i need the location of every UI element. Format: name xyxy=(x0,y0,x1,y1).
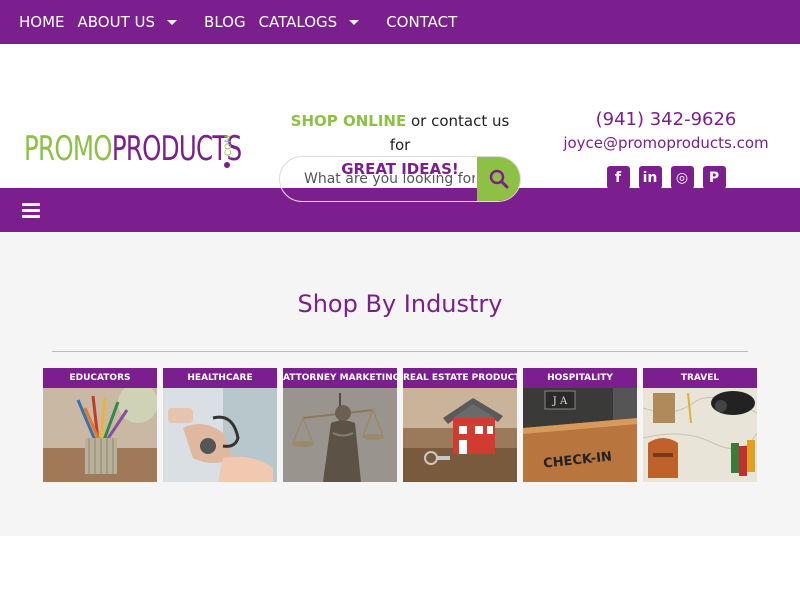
section-divider xyxy=(52,351,748,352)
contact-info: (941) 342-9626 joyce@promoproducts.com f… xyxy=(560,108,772,189)
industry-card-travel[interactable]: TRAVEL xyxy=(643,368,757,482)
lady-justice-image xyxy=(283,388,397,482)
nav-contact[interactable]: CONTACT xyxy=(386,13,457,31)
caret-down-icon[interactable] xyxy=(349,19,360,25)
logo-wordmark: PROMOPRODUCTS xyxy=(24,129,242,169)
nav-catalogs-label: CATALOGS xyxy=(258,13,338,31)
industry-label: ATTORNEY MARKETING xyxy=(283,368,397,388)
industry-label: TRAVEL xyxy=(643,368,757,388)
tagline-middle-text: or contact us for xyxy=(389,112,510,154)
search-button[interactable] xyxy=(477,157,520,201)
nav-about-us-label: ABOUT US xyxy=(77,13,156,31)
social-links: f in ◎ P xyxy=(560,166,772,189)
blood-pressure-image xyxy=(163,388,277,482)
linkedin-icon[interactable]: in xyxy=(638,166,662,189)
nav-blog-label: BLOG xyxy=(204,13,246,31)
email-link[interactable]: joyce@promoproducts.com xyxy=(560,132,772,154)
shop-online-link[interactable]: SHOP ONLINE xyxy=(291,112,407,130)
house-key-image xyxy=(403,388,517,482)
industry-label: HOSPITALITY xyxy=(523,368,637,388)
industry-card-hospitality[interactable]: HOSPITALITY J A CHECK-IN xyxy=(523,368,637,482)
search-input[interactable] xyxy=(280,157,477,201)
pencil-cup-image xyxy=(43,388,157,482)
nav-home[interactable]: HOME xyxy=(19,13,65,31)
nav-contact-label: CONTACT xyxy=(386,13,458,31)
logo-promo: PROMO xyxy=(24,129,113,169)
svg-text:J A: J A xyxy=(552,396,568,407)
check-in-desk-image: J A CHECK-IN xyxy=(523,388,637,482)
facebook-icon[interactable]: f xyxy=(606,166,630,189)
caret-down-icon[interactable] xyxy=(167,19,178,25)
search-box xyxy=(279,156,521,202)
industry-grid: EDUCATORS HEALTHCARE ATTORNEY MARKETING … xyxy=(43,368,757,482)
industry-label: REAL ESTATE PRODUCTS xyxy=(403,368,517,388)
logo-dotcom: .COM xyxy=(224,135,234,168)
phone-link[interactable]: (941) 342-9626 xyxy=(560,108,772,132)
industry-label: EDUCATORS xyxy=(43,368,157,388)
instagram-icon[interactable]: ◎ xyxy=(670,166,694,189)
search-icon xyxy=(489,169,508,189)
industry-card-healthcare[interactable]: HEALTHCARE xyxy=(163,368,277,482)
nav-blog[interactable]: BLOG xyxy=(204,13,246,31)
industry-card-educators[interactable]: EDUCATORS xyxy=(43,368,157,482)
industry-label: HEALTHCARE xyxy=(163,368,277,388)
site-header: PROMOPRODUCTS .COM SHOP ONLINE or contac… xyxy=(0,44,800,202)
hamburger-menu-icon[interactable] xyxy=(22,202,40,218)
shop-by-industry-section: Shop By Industry EDUCATORS HEALTHCARE AT… xyxy=(0,232,800,536)
industry-card-real-estate-products[interactable]: REAL ESTATE PRODUCTS xyxy=(403,368,517,482)
nav-catalogs[interactable]: CATALOGS xyxy=(259,13,374,31)
section-heading: Shop By Industry xyxy=(297,290,503,318)
nav-home-label: HOME xyxy=(19,13,65,31)
svg-text:.COM: .COM xyxy=(224,135,234,159)
pinterest-icon[interactable]: P xyxy=(702,166,726,189)
top-navigation: HOME ABOUT US BLOG CATALOGS CONTACT xyxy=(0,0,800,44)
travel-map-image xyxy=(643,388,757,482)
industry-card-attorney-marketing[interactable]: ATTORNEY MARKETING xyxy=(283,368,397,482)
nav-about-us[interactable]: ABOUT US xyxy=(78,13,192,31)
